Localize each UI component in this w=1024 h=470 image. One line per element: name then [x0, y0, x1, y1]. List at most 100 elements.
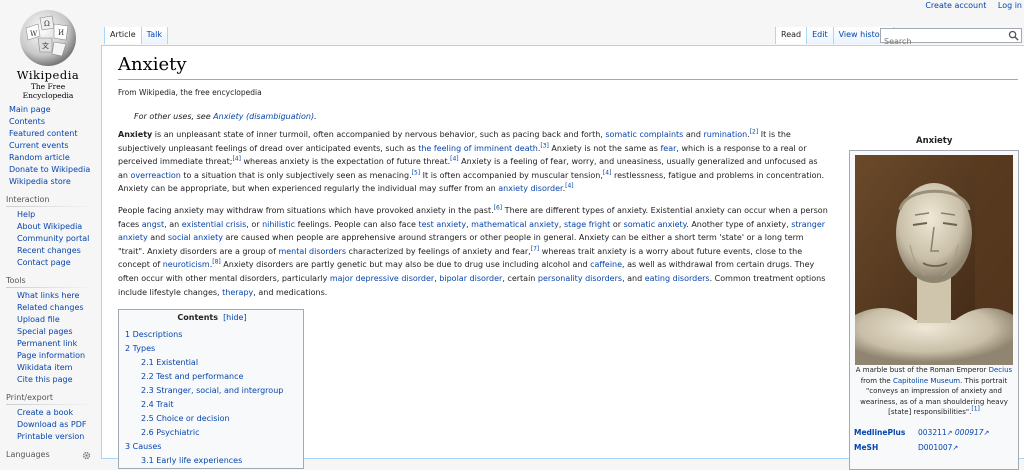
- citation-link[interactable]: [8]: [212, 259, 221, 266]
- link-mental-disorders[interactable]: mental disorders: [278, 247, 346, 256]
- citation-link[interactable]: [4]: [565, 183, 574, 190]
- medlineplus-link-1[interactable]: 003211: [918, 428, 947, 437]
- sidebar-item-donate[interactable]: Donate to Wikipedia: [0, 164, 100, 176]
- sidebar-item-related-changes[interactable]: Related changes: [0, 302, 100, 314]
- external-link-icon: ↗: [952, 444, 959, 452]
- link-test-anxiety[interactable]: test anxiety: [418, 220, 466, 229]
- toc-header: Contents [hide]: [119, 313, 305, 322]
- sidebar-item-upload-file[interactable]: Upload file: [0, 314, 100, 326]
- toc-item[interactable]: 3 Causes: [125, 442, 161, 451]
- sidebar-item-wikidata-item[interactable]: Wikidata item: [0, 362, 100, 374]
- link-anxiety-disorder[interactable]: anxiety disorder: [498, 184, 562, 193]
- search-icon[interactable]: [1008, 30, 1019, 41]
- link-angst[interactable]: angst: [142, 220, 164, 229]
- link-imminent-death[interactable]: the feeling of imminent death: [418, 144, 538, 153]
- portal-divider: [6, 287, 94, 288]
- tab-read[interactable]: Read: [775, 27, 808, 44]
- link-decius[interactable]: Decius: [989, 366, 1013, 374]
- text-run: to a situation that is only subjectively…: [180, 170, 412, 180]
- citation-link[interactable]: [4]: [450, 156, 459, 163]
- citation-link[interactable]: [1]: [971, 406, 980, 413]
- link-therapy[interactable]: therapy: [222, 288, 253, 297]
- sidebar-item-about[interactable]: About Wikipedia: [0, 221, 100, 233]
- personal-tools: Create account Log in: [916, 1, 1022, 10]
- link-somatic-complaints[interactable]: somatic complaints: [605, 130, 683, 139]
- infobox-caption: A marble bust of the Roman Emperor Deciu…: [855, 365, 1013, 418]
- link-overreaction[interactable]: overreaction: [131, 171, 181, 180]
- medlineplus-label[interactable]: MedlinePlus: [854, 428, 905, 437]
- toc-item[interactable]: 2.4 Trait: [141, 400, 174, 409]
- link-rumination[interactable]: rumination: [703, 130, 747, 139]
- toc-item[interactable]: 2.5 Choice or decision: [141, 414, 230, 423]
- sidebar-item-current-events[interactable]: Current events: [0, 140, 100, 152]
- link-caffeine[interactable]: caffeine: [590, 260, 622, 269]
- create-account-link[interactable]: Create account: [925, 1, 986, 10]
- sidebar-item-help[interactable]: Help: [0, 209, 100, 221]
- wikipedia-logo[interactable]: W Ω И 文 Wikipedia The Free Encyclopedia: [0, 0, 100, 100]
- tab-article[interactable]: Article: [104, 27, 142, 44]
- link-nihilistic[interactable]: nihilistic: [262, 220, 295, 229]
- toc-item[interactable]: 1 Descriptions: [125, 330, 182, 339]
- text-run: It is often accompanied by muscular tens…: [420, 170, 603, 180]
- link-personality-disorders[interactable]: personality disorders: [538, 274, 622, 283]
- citation-link[interactable]: [5]: [412, 169, 421, 176]
- mesh-link[interactable]: D001007: [918, 443, 952, 452]
- text-run: characterized by feelings of anxiety and…: [346, 246, 531, 256]
- sidebar-item-what-links-here[interactable]: What links here: [0, 290, 100, 302]
- tab-talk[interactable]: Talk: [141, 27, 168, 44]
- link-somatic-anxiety[interactable]: somatic anxiety: [624, 220, 687, 229]
- link-neuroticism[interactable]: neuroticism: [163, 260, 210, 269]
- sidebar-item-printable-version[interactable]: Printable version: [0, 431, 100, 443]
- citation-link[interactable]: [6]: [494, 204, 503, 211]
- toc-title: Contents: [177, 313, 218, 322]
- citation-link[interactable]: [7]: [531, 245, 540, 252]
- svg-text:Ω: Ω: [44, 20, 50, 28]
- caption-text: A marble bust of the Roman Emperor: [855, 366, 989, 374]
- tab-edit[interactable]: Edit: [807, 27, 834, 44]
- citation-link[interactable]: [2]: [750, 128, 759, 135]
- toc-item[interactable]: 2.1 Existential: [141, 358, 198, 367]
- link-existential-crisis[interactable]: existential crisis: [182, 220, 247, 229]
- hatnote: For other uses, see Anxiety (disambiguat…: [134, 112, 317, 121]
- link-eating-disorders[interactable]: eating disorders: [645, 274, 710, 283]
- toc-item[interactable]: 2.2 Test and performance: [141, 372, 243, 381]
- sidebar-item-download-pdf[interactable]: Download as PDF: [0, 419, 100, 431]
- medlineplus-link-2[interactable]: 000917: [955, 428, 984, 437]
- link-major-depressive-disorder[interactable]: major depressive disorder: [330, 274, 434, 283]
- decius-bust-image[interactable]: [855, 155, 1013, 365]
- login-link[interactable]: Log in: [998, 1, 1022, 10]
- sidebar-item-store[interactable]: Wikipedia store: [0, 176, 100, 188]
- sidebar-item-random-article[interactable]: Random article: [0, 152, 100, 164]
- text-run: , or: [246, 219, 263, 229]
- toc-item[interactable]: 2.6 Psychiatric: [141, 428, 200, 437]
- sidebar-item-create-book[interactable]: Create a book: [0, 407, 100, 419]
- citation-link[interactable]: [3]: [540, 142, 549, 149]
- link-stage-fright[interactable]: stage fright: [564, 220, 610, 229]
- sidebar-item-main-page[interactable]: Main page: [0, 104, 100, 116]
- sidebar-item-special-pages[interactable]: Special pages: [0, 326, 100, 338]
- text-run: feelings. People can also face: [295, 219, 419, 229]
- sidebar-item-contact-page[interactable]: Contact page: [0, 257, 100, 269]
- sidebar-item-permanent-link[interactable]: Permanent link: [0, 338, 100, 350]
- mesh-values: D001007↗: [918, 443, 958, 452]
- toc-item[interactable]: 3.1 Early life experiences: [141, 456, 242, 465]
- sidebar-item-featured-content[interactable]: Featured content: [0, 128, 100, 140]
- link-bipolar-disorder[interactable]: bipolar disorder: [439, 274, 502, 283]
- link-capitoline-museum[interactable]: Capitoline Museum: [893, 377, 960, 385]
- link-social-anxiety[interactable]: social anxiety: [168, 233, 223, 242]
- svg-text:文: 文: [42, 41, 49, 50]
- portal-heading-print-export: Print/export: [6, 393, 54, 402]
- toc-hide-toggle[interactable]: [hide]: [223, 313, 247, 322]
- toc-item[interactable]: 2 Types: [125, 344, 155, 353]
- citation-link[interactable]: [4]: [232, 156, 241, 163]
- sidebar-item-cite-this-page[interactable]: Cite this page: [0, 374, 100, 386]
- link-mathematical-anxiety[interactable]: mathematical anxiety: [471, 220, 559, 229]
- sidebar-item-page-information[interactable]: Page information: [0, 350, 100, 362]
- mesh-label[interactable]: MeSH: [854, 443, 878, 452]
- sidebar-item-contents[interactable]: Contents: [0, 116, 100, 128]
- toc-item[interactable]: 2.3 Stranger, social, and intergroup: [141, 386, 283, 395]
- disambiguation-link[interactable]: Anxiety (disambiguation): [213, 112, 314, 121]
- sidebar-item-recent-changes[interactable]: Recent changes: [0, 245, 100, 257]
- link-fear[interactable]: fear: [660, 144, 676, 153]
- sidebar-item-community-portal[interactable]: Community portal: [0, 233, 100, 245]
